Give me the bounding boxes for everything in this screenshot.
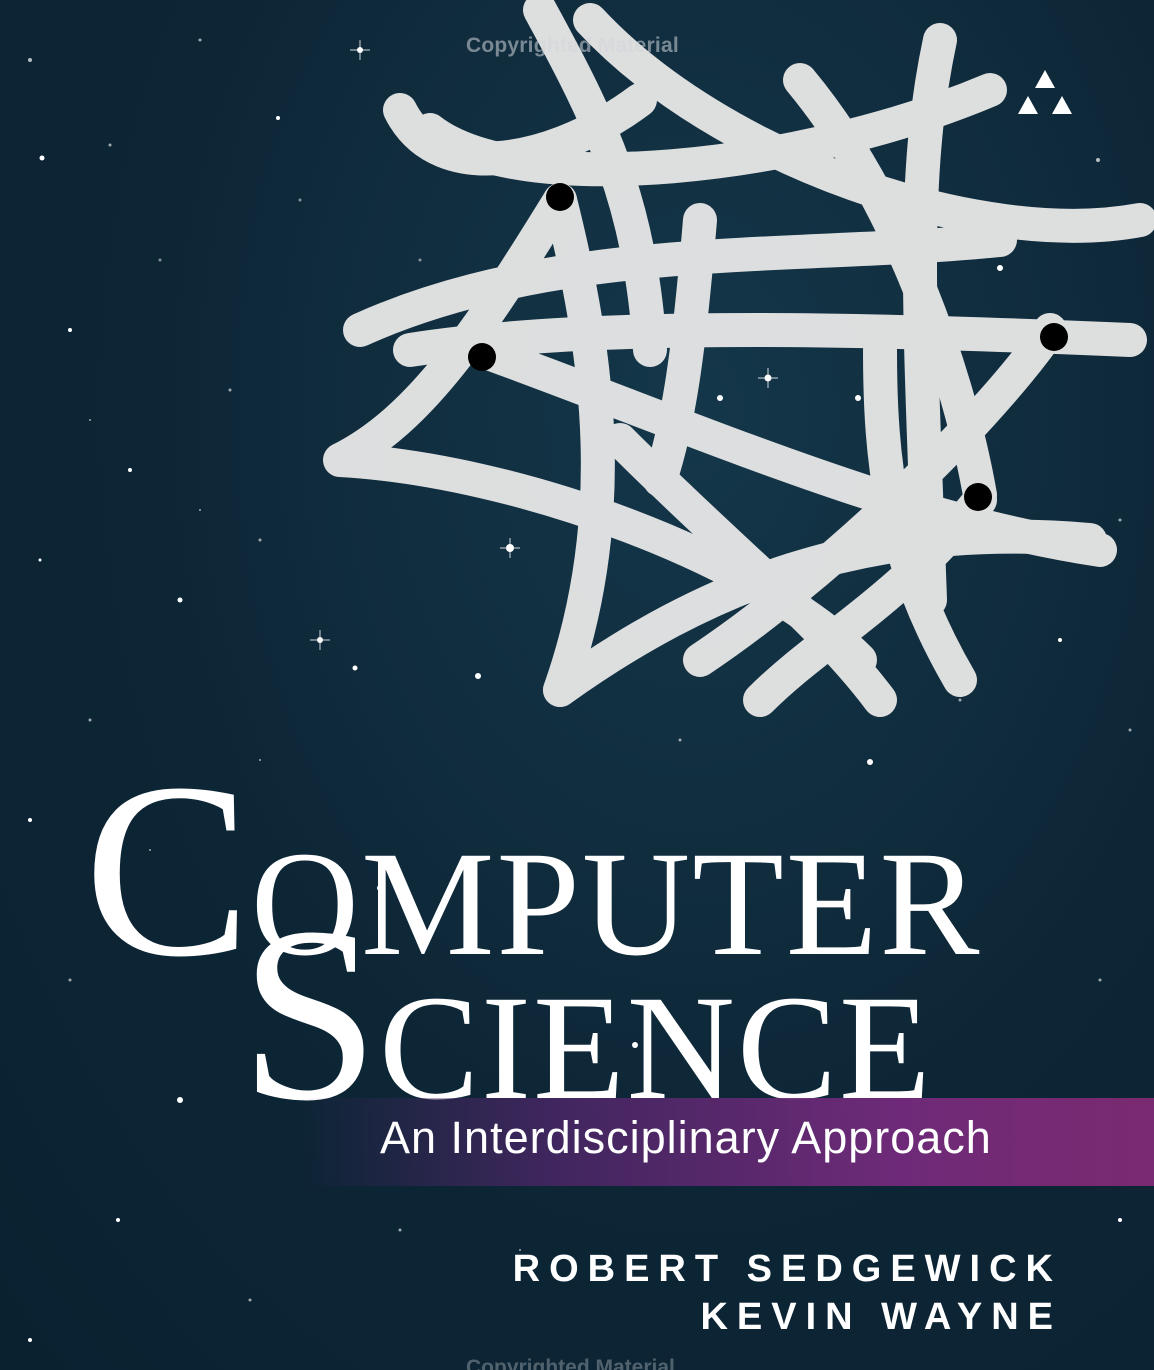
copyright-watermark-bottom: Copyrighted Material bbox=[466, 1356, 675, 1370]
author-name: ROBERT SEDGEWICK bbox=[512, 1248, 1062, 1290]
triangle-logo-icon bbox=[1018, 70, 1072, 114]
title-initial-c: C bbox=[84, 732, 251, 1009]
copyright-watermark-top: Copyrighted Material bbox=[466, 34, 679, 57]
book-cover: Copyrighted Material COMPUTER SCIENCE An… bbox=[0, 0, 1154, 1370]
subtitle: An Interdisciplinary Approach bbox=[380, 1112, 992, 1163]
author-name: KEVIN WAYNE bbox=[700, 1296, 1062, 1338]
